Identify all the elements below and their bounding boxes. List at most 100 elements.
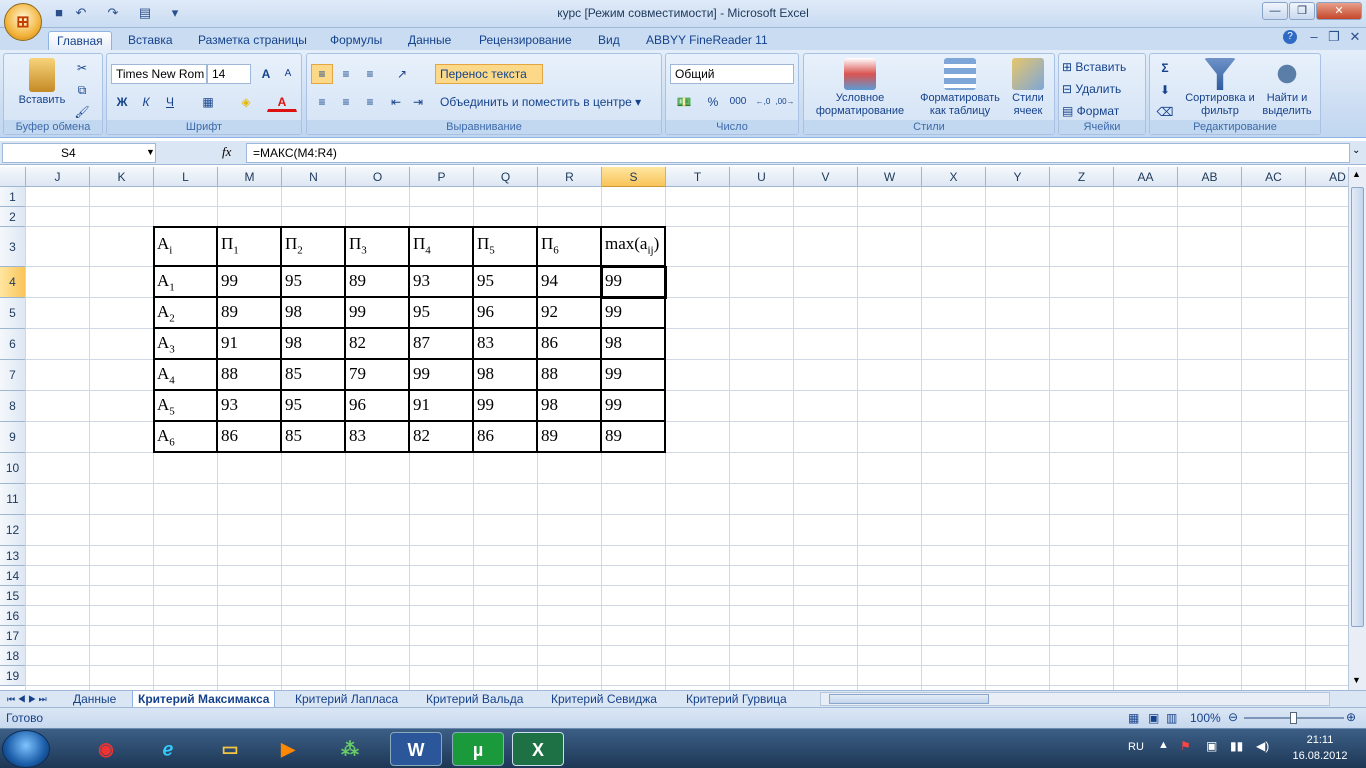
table-cell[interactable]: 88 (538, 360, 602, 391)
table-cell[interactable]: 86 (474, 422, 538, 453)
column-header-o[interactable]: O (346, 167, 410, 187)
bold-button[interactable]: Ж (111, 92, 133, 112)
format-cells-button[interactable]: ▤ Формат (1061, 101, 1143, 121)
horizontal-scrollbar[interactable] (820, 692, 1330, 706)
column-header-ab[interactable]: AB (1178, 167, 1242, 187)
table-cell[interactable]: 95 (282, 391, 346, 422)
borders-icon[interactable]: ▦ (193, 92, 223, 112)
table-cell[interactable]: 89 (602, 422, 666, 453)
copy-icon[interactable]: ⧉ (72, 80, 92, 100)
merge-center-button[interactable]: Объединить и поместить в центре ▾ (435, 92, 657, 112)
tab-formulas[interactable]: Формулы (322, 31, 390, 50)
selected-cell-s4[interactable] (601, 266, 667, 299)
row-header-18[interactable]: 18 (0, 646, 26, 666)
align-center-icon[interactable]: ≡ (335, 92, 357, 112)
table-cell[interactable]: 99 (602, 360, 666, 391)
scroll-up-icon[interactable]: ▲ (1352, 169, 1361, 179)
tray-network-icon[interactable]: ▮▮ (1230, 739, 1243, 753)
table-cell[interactable]: 82 (346, 329, 410, 360)
table-cell[interactable]: 89 (218, 298, 282, 329)
start-button[interactable] (2, 730, 50, 768)
tab-data[interactable]: Данные (400, 31, 459, 50)
internet-explorer-icon[interactable]: ℯ (142, 732, 194, 766)
word-icon[interactable]: W (390, 732, 442, 766)
ribbon-close-icon[interactable]: ✕ (1346, 28, 1364, 46)
table-cell[interactable]: 99 (474, 391, 538, 422)
row-header-9[interactable]: 9 (0, 422, 26, 453)
autosum-button[interactable]: Σ (1152, 58, 1178, 78)
row-header-1[interactable]: 1 (0, 187, 26, 207)
help-icon[interactable]: ? (1283, 30, 1297, 44)
vertical-scrollbar[interactable]: ▲ ▼ (1348, 167, 1366, 690)
row-header-13[interactable]: 13 (0, 546, 26, 566)
table-cell[interactable]: 83 (346, 422, 410, 453)
thousands-button[interactable]: 000 (726, 92, 750, 112)
row-header-10[interactable]: 10 (0, 453, 26, 484)
explorer-icon[interactable]: ▭ (204, 732, 256, 766)
page-break-view-icon[interactable]: ▥ (1166, 711, 1177, 725)
table-cell[interactable]: 95 (474, 267, 538, 298)
table-cell[interactable]: 93 (410, 267, 474, 298)
name-box[interactable]: S4 (2, 143, 156, 163)
orientation-icon[interactable]: ↗ (387, 64, 417, 84)
column-header-n[interactable]: N (282, 167, 346, 187)
font-color-button[interactable]: A (267, 92, 297, 112)
first-sheet-icon[interactable]: ⏮ ◀ ▶ ⏭ (2, 691, 52, 708)
tab-insert[interactable]: Вставка (120, 31, 181, 50)
format-painter-icon[interactable]: 🖌 (72, 102, 92, 122)
sheet-tab-wald[interactable]: Критерий Вальда (421, 691, 528, 708)
table-header-cell[interactable]: П1 (218, 227, 282, 267)
zoom-slider-thumb[interactable] (1290, 712, 1297, 724)
align-right-icon[interactable]: ≡ (359, 92, 381, 112)
table-cell[interactable]: 99 (410, 360, 474, 391)
sheet-tab-data[interactable]: Данные (68, 691, 121, 708)
insert-function-button[interactable]: fx (222, 144, 231, 160)
find-select-button[interactable]: Найти и выделить (1254, 58, 1320, 118)
expand-formula-icon[interactable]: ⌄ (1352, 145, 1360, 156)
row-header-19[interactable]: 19 (0, 666, 26, 686)
network-icon[interactable]: ⁂ (324, 732, 376, 766)
sheet-tab-hurwicz[interactable]: Критерий Гурвица (681, 691, 792, 708)
column-header-z[interactable]: Z (1050, 167, 1114, 187)
table-cell[interactable]: 92 (538, 298, 602, 329)
table-cell[interactable]: 79 (346, 360, 410, 391)
paste-button[interactable]: Вставить (12, 58, 72, 107)
column-header-y[interactable]: Y (986, 167, 1050, 187)
increase-decimal-icon[interactable]: ←,0 (752, 92, 774, 112)
close-button[interactable]: ✕ (1316, 2, 1362, 20)
column-header-q[interactable]: Q (474, 167, 538, 187)
underline-button[interactable]: Ч (159, 92, 181, 112)
decrease-indent-icon[interactable]: ⇤ (385, 92, 407, 112)
worksheet-grid[interactable]: J K L M N O P Q R S T U V W X Y Z AA AB AC AD 1 2 3 4 5 6 7 8 9 10 11 1… (0, 167, 1348, 690)
wrap-text-button[interactable]: Перенос текста (435, 64, 543, 84)
format-as-table-button[interactable]: Форматировать как таблицу (912, 58, 1008, 118)
media-player-icon[interactable]: ▶ (262, 732, 314, 766)
row-label-cell[interactable]: A4 (154, 360, 218, 391)
tab-page-layout[interactable]: Разметка страницы (190, 31, 315, 50)
table-header-cell[interactable]: Ai (154, 227, 218, 267)
tray-flag-icon[interactable]: ⚑ (1180, 739, 1191, 753)
formula-input[interactable]: =МАКС(M4:R4) (246, 143, 1350, 163)
table-cell[interactable]: 95 (282, 267, 346, 298)
row-header-12[interactable]: 12 (0, 515, 26, 546)
clear-icon[interactable]: ⌫ (1152, 102, 1178, 122)
normal-view-icon[interactable]: ▦ (1128, 711, 1139, 725)
cell-styles-button[interactable]: Стили ячеек (1004, 58, 1052, 118)
row-label-cell[interactable]: A3 (154, 329, 218, 360)
sheet-tab-laplace[interactable]: Критерий Лапласа (290, 691, 403, 708)
tab-abbyy[interactable]: ABBYY FineReader 11 (638, 31, 776, 50)
table-cell[interactable]: 99 (602, 391, 666, 422)
row-header-8[interactable]: 8 (0, 391, 26, 422)
table-header-cell[interactable]: П5 (474, 227, 538, 267)
tab-view[interactable]: Вид (590, 31, 628, 50)
column-header-x[interactable]: X (922, 167, 986, 187)
fill-color-icon[interactable]: ◈ (231, 92, 261, 112)
ribbon-minimize-icon[interactable]: – (1305, 28, 1323, 46)
align-top-icon[interactable]: ≡ (311, 64, 333, 84)
table-cell[interactable]: 96 (474, 298, 538, 329)
row-header-3[interactable]: 3 (0, 227, 26, 267)
table-cell[interactable]: 83 (474, 329, 538, 360)
minimize-button[interactable]: — (1262, 2, 1288, 20)
table-cell[interactable]: 96 (346, 391, 410, 422)
select-all-corner[interactable] (0, 167, 26, 187)
